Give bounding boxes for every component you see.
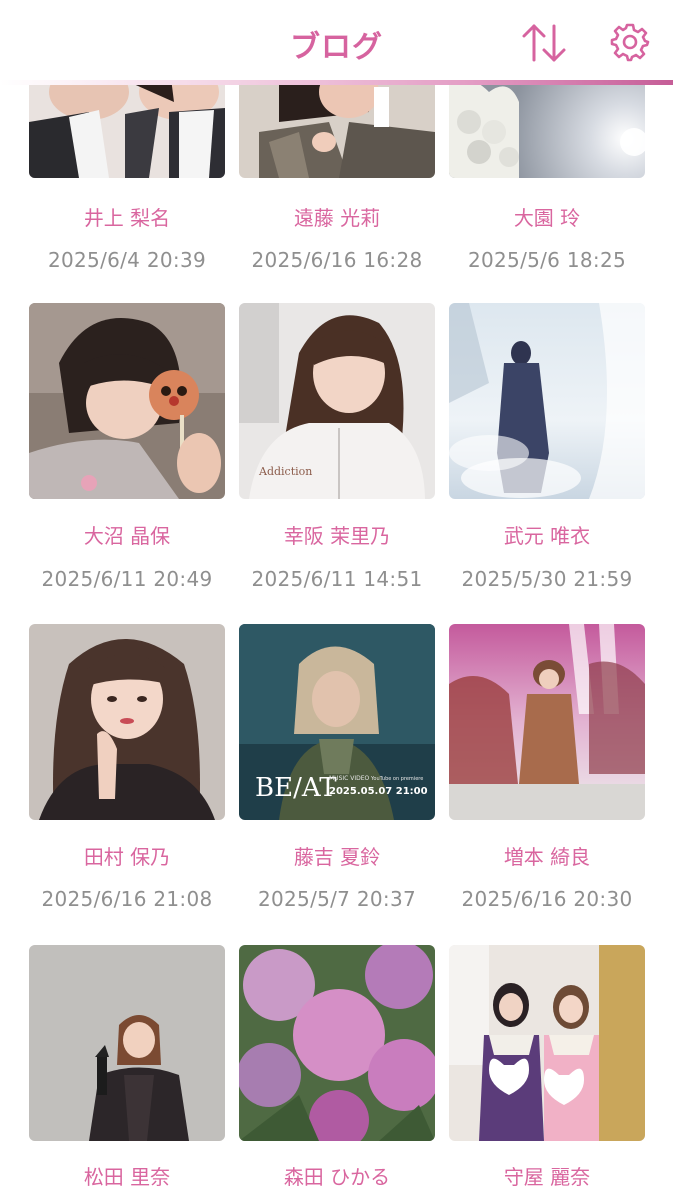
thumbnail-image: Addiction xyxy=(239,303,435,499)
post-date: 2025/6/16 20:30 xyxy=(461,887,633,911)
thumbnail-image xyxy=(449,303,645,499)
thumbnail-image xyxy=(449,945,645,1141)
member-name: 遠藤 光莉 xyxy=(293,206,381,230)
member-name: 大園 玲 xyxy=(513,206,581,230)
blog-thumbnail[interactable] xyxy=(29,303,225,499)
blog-thumbnail[interactable]: Addiction xyxy=(239,303,435,499)
member-name: 森田 ひかる xyxy=(283,1165,391,1189)
beat-title: BE/AT xyxy=(255,773,337,803)
thumbnail-image xyxy=(29,624,225,820)
blog-thumbnail[interactable] xyxy=(29,945,225,1141)
settings-button[interactable] xyxy=(610,22,650,62)
member-name: 守屋 麗奈 xyxy=(503,1165,591,1189)
sort-button[interactable] xyxy=(521,22,567,64)
post-date: 2025/5/30 21:59 xyxy=(461,567,633,591)
gear-icon xyxy=(610,23,650,62)
member-name: 幸阪 茉里乃 xyxy=(283,524,391,548)
blog-thumbnail[interactable] xyxy=(239,945,435,1141)
member-name: 藤吉 夏鈴 xyxy=(293,845,381,869)
blog-thumbnail[interactable] xyxy=(449,624,645,820)
sort-arrows-icon xyxy=(522,24,566,62)
member-name: 井上 梨名 xyxy=(83,206,171,230)
thumbnail-image: BE/AT MUSIC VIDEO YouTube on premiere 20… xyxy=(239,624,435,820)
member-name: 田村 保乃 xyxy=(83,845,171,869)
thumbnail-image xyxy=(29,945,225,1141)
svg-text:BE/AT: BE/AT xyxy=(255,773,337,803)
beat-date: 2025.05.07 21:00 xyxy=(329,786,428,797)
member-name: 松田 里奈 xyxy=(83,1165,171,1189)
svg-text:Addiction: Addiction xyxy=(258,465,312,478)
thumbnail-image xyxy=(449,624,645,820)
page-title: ブログ xyxy=(290,30,383,65)
app-header: ブログ xyxy=(0,0,673,85)
member-name: 大沼 晶保 xyxy=(83,524,171,548)
blog-thumbnail[interactable] xyxy=(29,624,225,820)
thumbnail-image xyxy=(239,945,435,1141)
post-date: 2025/5/6 18:25 xyxy=(467,248,627,272)
blog-thumbnail[interactable]: BE/AT MUSIC VIDEO YouTube on premiere 20… xyxy=(239,624,435,820)
beat-caption: MUSIC VIDEO xyxy=(329,775,370,782)
blog-thumbnail[interactable] xyxy=(449,303,645,499)
blog-thumbnail[interactable] xyxy=(449,945,645,1141)
thumbnail-image xyxy=(29,303,225,499)
member-name: 武元 唯衣 xyxy=(503,524,591,548)
member-name: 増本 綺良 xyxy=(503,845,591,869)
beat-premiere: YouTube on premiere xyxy=(370,776,423,782)
blog-grid: 井上 梨名 2025/6/4 20:39 遠藤 光莉 2025/6/16 16:… xyxy=(0,0,673,1200)
header-divider xyxy=(0,80,673,85)
